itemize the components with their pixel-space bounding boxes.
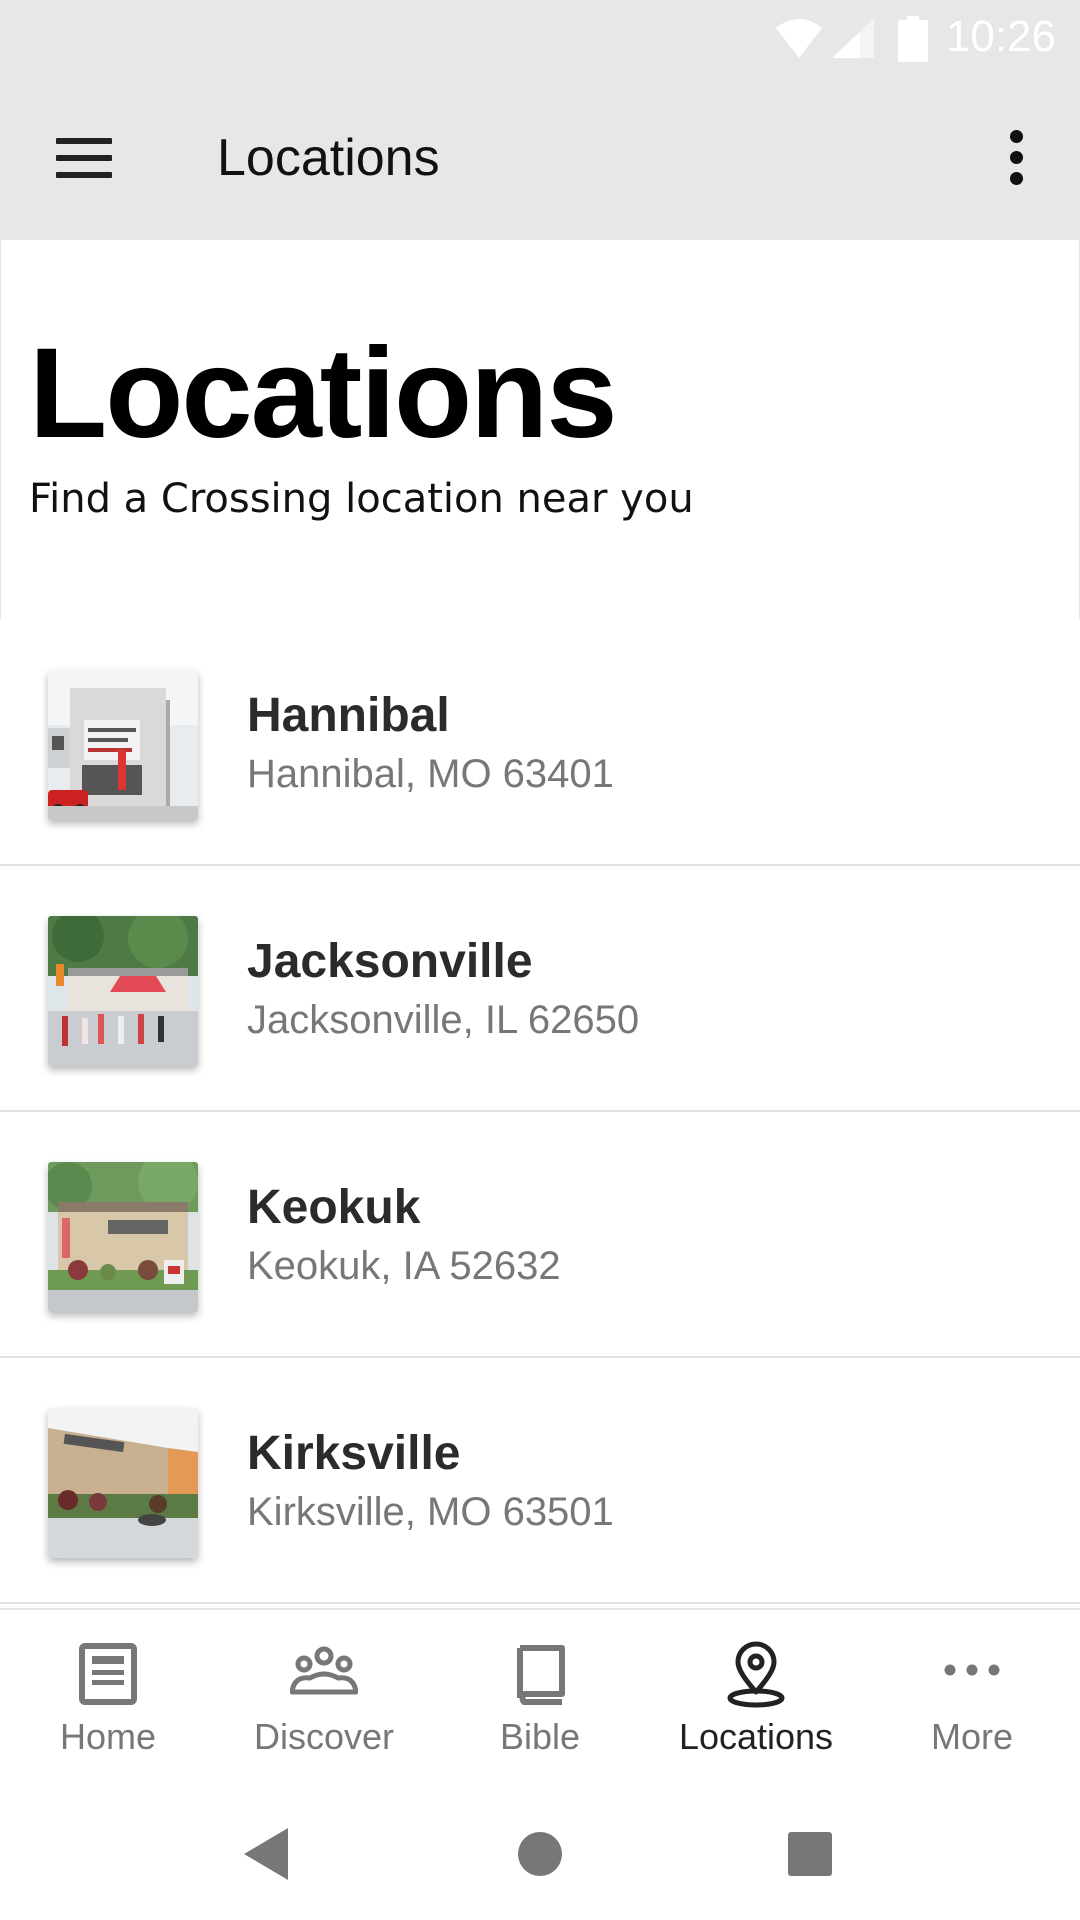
hamburger-menu-icon[interactable]	[48, 128, 120, 188]
wifi-icon	[776, 19, 822, 58]
nav-tab-discover[interactable]: Discover	[216, 1610, 432, 1790]
page-header: Locations Find a Crossing location near …	[0, 240, 1080, 620]
people-group-icon	[290, 1646, 358, 1695]
location-item-keokuk[interactable]: Keokuk Keokuk, IA 52632	[0, 1112, 1080, 1358]
nav-label: Home	[59, 1716, 157, 1757]
location-address: Keokuk, IA 52632	[247, 1244, 561, 1288]
location-name: Keokuk	[247, 1181, 421, 1234]
location-item-jacksonville[interactable]: Jacksonville Jacksonville, IL 62650	[0, 866, 1080, 1112]
location-address: Kirksville, MO 63501	[247, 1490, 614, 1534]
status-time: 10:26	[945, 12, 1056, 61]
more-horiz-icon	[944, 1664, 1000, 1676]
bottom-navigation: Home Discover Bible Locations More	[0, 1608, 1080, 1788]
book-icon	[517, 1645, 565, 1705]
location-name: Hannibal	[247, 689, 450, 742]
location-name: Kirksville	[247, 1427, 461, 1480]
location-photo	[48, 916, 198, 1066]
back-icon[interactable]	[230, 1818, 302, 1890]
recents-square-icon[interactable]	[774, 1818, 846, 1890]
more-vert-icon[interactable]	[992, 126, 1040, 190]
app-bar: Locations	[0, 78, 1080, 240]
location-address: Hannibal, MO 63401	[247, 752, 614, 796]
nav-tab-more[interactable]: More	[864, 1610, 1080, 1790]
map-pin-icon	[727, 1641, 785, 1708]
home-circle-icon[interactable]	[504, 1818, 576, 1890]
nav-label: Bible	[499, 1716, 581, 1757]
nav-label: Locations	[678, 1716, 834, 1757]
page-subtitle: Find a Crossing location near you	[29, 476, 694, 522]
home-document-icon	[79, 1643, 137, 1705]
nav-label: Discover	[253, 1716, 395, 1757]
battery-icon	[898, 16, 928, 62]
location-item-kirksville[interactable]: Kirksville Kirksville, MO 63501	[0, 1358, 1080, 1604]
location-list: Hannibal Hannibal, MO 63401 Jacksonville…	[0, 620, 1080, 1604]
nav-tab-bible[interactable]: Bible	[432, 1610, 648, 1790]
location-photo	[48, 670, 198, 820]
location-photo	[48, 1408, 198, 1558]
nav-tab-home[interactable]: Home	[0, 1610, 216, 1790]
location-address: Jacksonville, IL 62650	[247, 998, 640, 1042]
nav-tab-locations[interactable]: Locations	[648, 1610, 864, 1790]
system-navigation-bar	[0, 1788, 1080, 1920]
location-name: Jacksonville	[247, 935, 533, 988]
cellular-signal-icon	[832, 18, 874, 58]
app-bar-title: Locations	[217, 129, 440, 187]
location-photo	[48, 1162, 198, 1312]
nav-label: More	[930, 1716, 1014, 1757]
location-item-hannibal[interactable]: Hannibal Hannibal, MO 63401	[0, 620, 1080, 866]
status-bar: 10:26	[0, 0, 1080, 78]
page-title: Locations	[29, 322, 617, 465]
